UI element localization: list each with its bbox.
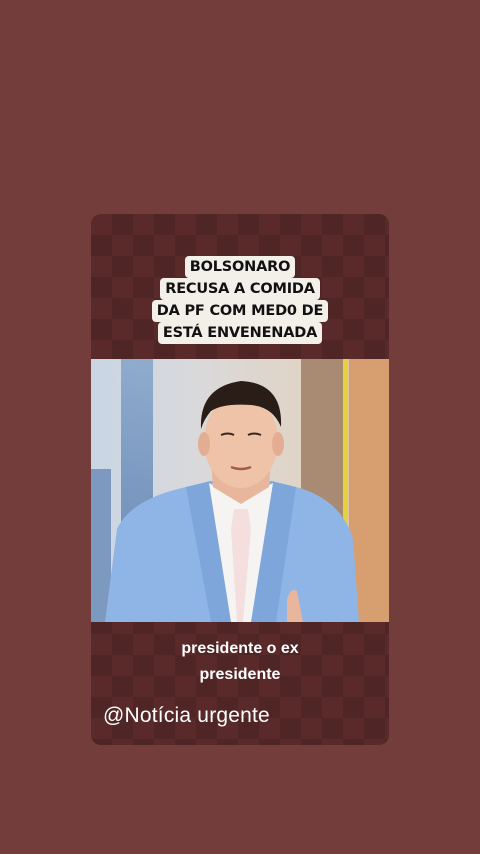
headline-line-1: BOLSONARO	[184, 256, 296, 278]
news-anchor-image	[105, 381, 359, 622]
subtitle-caption: presidente o ex presidente	[91, 636, 389, 688]
post-card: BOLSONARO RECUSA A COMIDA DA PF COM MED0…	[91, 214, 389, 745]
video-frame[interactable]	[91, 359, 389, 622]
headline-line-2: RECUSA A COMIDA	[160, 278, 320, 300]
headline-line-3: DA PF COM MED0 DE	[151, 300, 329, 322]
watermark-handle: @Notícia urgente	[103, 704, 270, 727]
headline-line-4: ESTÁ ENVENENADA	[157, 322, 323, 344]
subtitle-line-2: presidente	[199, 666, 281, 683]
subtitle-line-1: presidente o ex	[181, 640, 299, 657]
headline: BOLSONARO RECUSA A COMIDA DA PF COM MED0…	[148, 256, 332, 344]
